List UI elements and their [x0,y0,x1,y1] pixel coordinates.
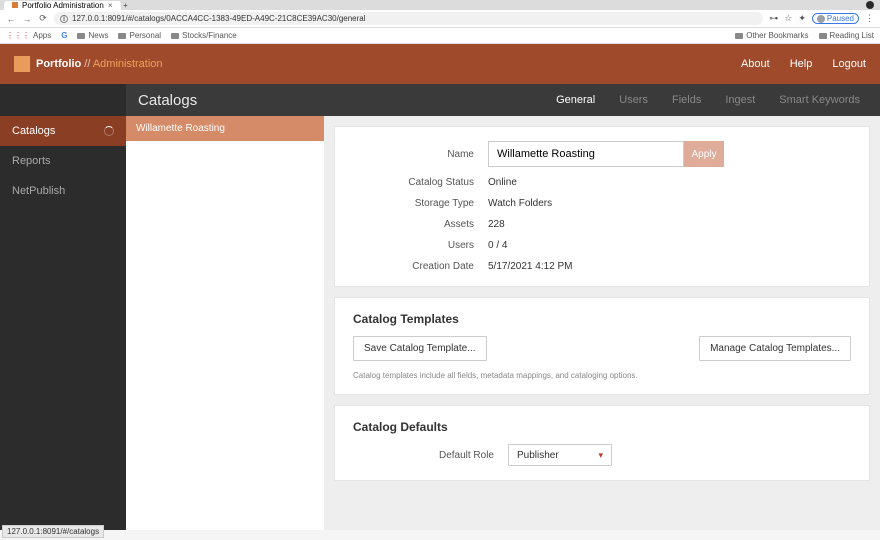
manage-templates-button[interactable]: Manage Catalog Templates... [699,336,851,361]
bookmark-news[interactable]: News [77,31,108,40]
chevron-down-icon: ▾ [598,450,603,461]
new-tab-button[interactable]: + [121,1,131,10]
apply-button[interactable]: Apply [684,141,724,167]
favicon-icon [12,2,18,8]
reload-button[interactable]: ⟳ [38,13,48,24]
other-bookmarks[interactable]: Other Bookmarks [735,31,808,40]
about-link[interactable]: About [741,58,770,70]
app-logo-icon [14,56,30,72]
save-template-button[interactable]: Save Catalog Template... [353,336,487,361]
sidebar-item-netpublish[interactable]: NetPublish [0,176,126,206]
sidebar-nav: Catalogs Reports NetPublish [0,116,126,530]
google-shortcut[interactable]: G [61,31,67,40]
users-label: Users [353,240,488,251]
assets-label: Assets [353,219,488,230]
catalog-list-item[interactable]: Willamette Roasting [126,116,324,141]
extensions-icon[interactable]: ✦ [798,13,806,24]
created-label: Creation Date [353,261,488,272]
subheader-row: Catalogs General Users Fields Ingest Sma… [0,84,880,116]
site-info-icon[interactable]: i [60,15,68,23]
catalog-defaults-panel: Catalog Defaults Default Role Publisher … [334,405,870,481]
tab-title: Portfolio Administration [22,1,104,10]
tab-general[interactable]: General [556,94,595,106]
default-role-label: Default Role [353,450,508,461]
key-icon[interactable]: ⊶ [769,13,778,24]
url-bar[interactable]: i 127.0.0.1:8091/#/catalogs/0ACCA4CC-138… [54,12,763,25]
sidebar-item-label: Catalogs [12,125,55,137]
status-bar: 127.0.0.1:8091/#/catalogs [2,525,104,538]
content-area: Name Apply Catalog Status Online Storage… [324,116,880,530]
sidebar-item-catalogs[interactable]: Catalogs [0,116,126,146]
back-button[interactable]: ← [6,14,16,24]
default-role-value: Publisher [517,450,559,461]
menu-icon[interactable]: ⋮ [865,13,874,24]
page-title: Catalogs [126,84,324,116]
catalog-name-input[interactable] [488,141,684,167]
reading-list[interactable]: Reading List [819,31,874,40]
incognito-icon [866,1,874,9]
tab-ingest[interactable]: Ingest [725,94,755,106]
sidebar-top-spacer [0,84,126,116]
default-role-select[interactable]: Publisher ▾ [508,444,612,466]
bookmark-stocks[interactable]: Stocks/Finance [171,31,237,40]
browser-tab[interactable]: Portfolio Administration × [4,1,121,10]
url-text: 127.0.0.1:8091/#/catalogs/0ACCA4CC-1383-… [72,14,366,23]
tab-smart-keywords[interactable]: Smart Keywords [779,94,860,106]
close-tab-icon[interactable]: × [108,1,113,10]
users-value: 0 / 4 [488,240,507,251]
profile-paused-button[interactable]: Paused [812,13,859,24]
app-title: Portfolio // Administration [36,58,163,70]
forward-button[interactable]: → [22,14,32,24]
name-label: Name [353,149,488,160]
storage-label: Storage Type [353,198,488,209]
created-value: 5/17/2021 4:12 PM [488,261,573,272]
assets-value: 228 [488,219,505,230]
catalog-list: Willamette Roasting [126,116,324,530]
bookmarks-bar: ⋮⋮⋮Apps G News Personal Stocks/Finance O… [0,28,880,44]
bookmark-personal[interactable]: Personal [118,31,161,40]
star-icon[interactable]: ☆ [784,13,792,24]
help-link[interactable]: Help [790,58,813,70]
browser-toolbar: ← → ⟳ i 127.0.0.1:8091/#/catalogs/0ACCA4… [0,10,880,28]
catalog-templates-panel: Catalog Templates Save Catalog Template.… [334,297,870,395]
defaults-title: Catalog Defaults [353,420,851,434]
loading-spinner-icon [104,126,114,136]
status-value: Online [488,177,517,188]
templates-hint: Catalog templates include all fields, me… [353,371,851,380]
apps-shortcut[interactable]: ⋮⋮⋮Apps [6,31,51,40]
general-info-panel: Name Apply Catalog Status Online Storage… [334,126,870,287]
sidebar-item-reports[interactable]: Reports [0,146,126,176]
sidebar-item-label: Reports [12,155,51,167]
tab-users[interactable]: Users [619,94,648,106]
main-area: Catalogs Reports NetPublish Willamette R… [0,116,880,530]
app-header: Portfolio // Administration About Help L… [0,44,880,84]
browser-tab-bar: Portfolio Administration × + [0,0,880,10]
storage-value: Watch Folders [488,198,552,209]
tab-fields[interactable]: Fields [672,94,701,106]
avatar-icon [817,15,825,23]
tabs-bar: General Users Fields Ingest Smart Keywor… [324,84,880,116]
templates-title: Catalog Templates [353,312,851,326]
logout-link[interactable]: Logout [832,58,866,70]
sidebar-item-label: NetPublish [12,185,65,197]
catalog-list-item-label: Willamette Roasting [136,123,225,134]
status-label: Catalog Status [353,177,488,188]
